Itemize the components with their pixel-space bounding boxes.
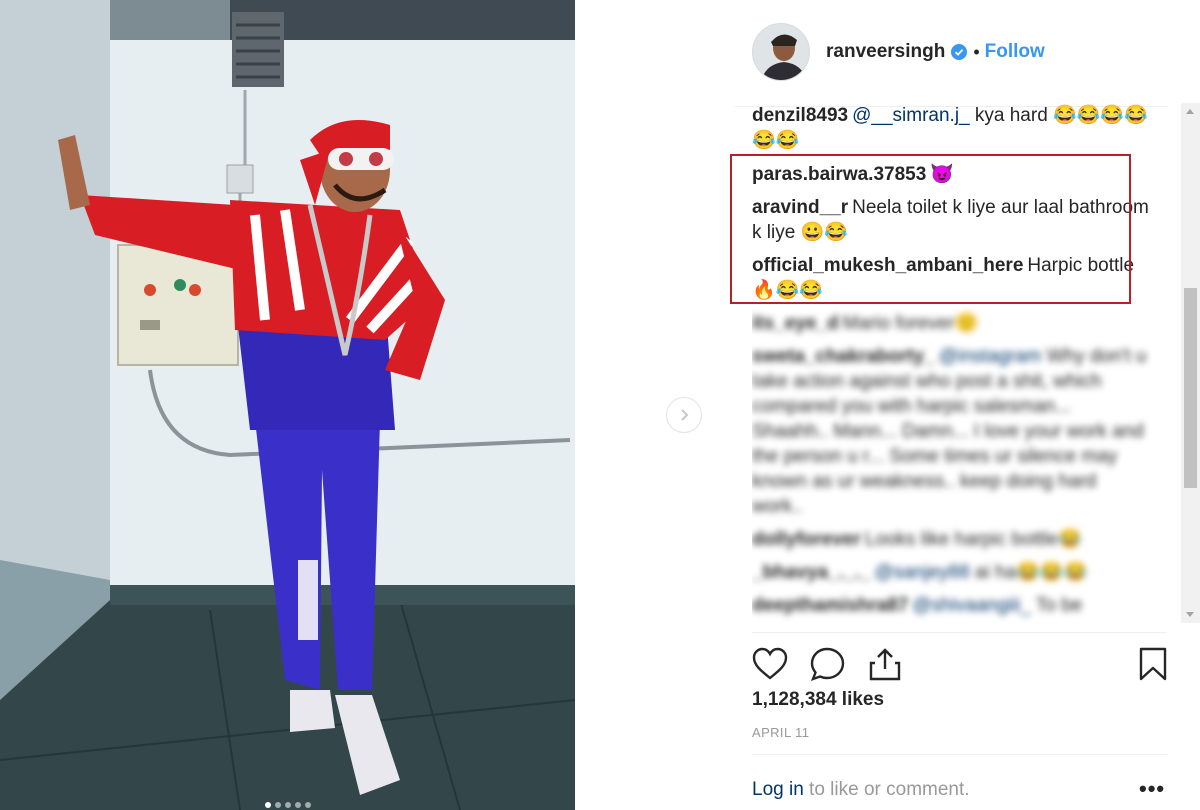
share-icon [869,648,901,681]
photo-illustration [0,0,575,810]
carousel-dot[interactable] [304,802,311,808]
comment-text: To be [1030,595,1083,616]
follow-button[interactable]: Follow [985,41,1045,63]
more-options-button[interactable]: ••• [1139,778,1165,800]
carousel-dot[interactable] [274,802,281,808]
post-photo[interactable] [0,0,575,810]
login-link[interactable]: Log in [752,779,804,800]
carousel-dot[interactable] [294,802,301,808]
avatar-image [753,24,809,80]
comment-mention[interactable]: @instagram [939,346,1042,367]
comment-mention[interactable]: @sanjey88 [874,562,969,583]
comment-mention[interactable]: @__simran.j_ [852,105,970,126]
scroll-up-arrow[interactable] [1186,109,1194,114]
comments-scrollbar[interactable] [1181,103,1200,623]
comment-username[interactable]: dollyforever [752,529,861,550]
comment-item: deepthamishra87 @shivaangiii_ To be [752,593,1152,618]
next-photo-button[interactable] [666,397,702,433]
carousel-dot[interactable] [284,802,291,808]
bottom-divider [752,754,1167,755]
post-date[interactable]: APRIL 11 [752,725,809,740]
comment-username[interactable]: its_eye_d [752,313,839,334]
heart-icon [752,647,788,680]
separator-dot: • [973,41,980,62]
scroll-down-arrow[interactable] [1186,612,1194,617]
highlight-box [730,154,1131,304]
comment-text: ai ha😂😂😂 [969,562,1088,583]
comment-text: Mario forever🙂 [842,313,979,334]
comment-item: denzil8493 @__simran.j_ kya hard 😂😂😂😂😂😂 [752,103,1152,153]
likes-count[interactable]: 1,128,384 likes [752,689,884,711]
comment-button[interactable] [809,646,847,687]
comment-item: _bhavya_._._ @sanjey88 ai ha😂😂😂 [752,560,1152,585]
comment-text: Looks like harpic bottle😂 [864,529,1082,550]
chevron-right-icon [681,409,689,421]
comment-username[interactable]: _bhavya_._._ [752,562,870,583]
actions-divider [752,632,1167,633]
save-button[interactable] [1138,646,1168,687]
like-button[interactable] [751,646,789,687]
scroll-thumb[interactable] [1184,288,1197,488]
verified-badge-icon [951,44,968,60]
comment-text: Why don't u take action against who post… [752,346,1147,517]
post-header: ranveersingh • Follow [752,23,1045,81]
avatar[interactable] [752,23,810,81]
comment-username[interactable]: deepthamishra87 [752,595,908,616]
comment-item: sweta_chakraborty_ @instagram Why don't u… [752,344,1152,519]
login-prompt: Log in to like or comment. [752,779,970,801]
comment-mention[interactable]: @shivaangiii_ [912,595,1031,616]
login-prompt-text: to like or comment. [803,779,970,800]
comment-item: its_eye_d Mario forever🙂 [752,311,1152,336]
bookmark-icon [1139,647,1167,681]
share-button[interactable] [867,646,903,687]
comment-icon [810,647,845,682]
comment-item: dollyforever Looks like harpic bottle😂 [752,527,1152,552]
comment-username[interactable]: sweta_chakraborty_ [752,346,935,367]
username[interactable]: ranveersingh [826,41,945,63]
carousel-indicators [0,802,575,808]
carousel-dot[interactable] [264,802,271,808]
comment-username[interactable]: denzil8493 [752,105,848,126]
